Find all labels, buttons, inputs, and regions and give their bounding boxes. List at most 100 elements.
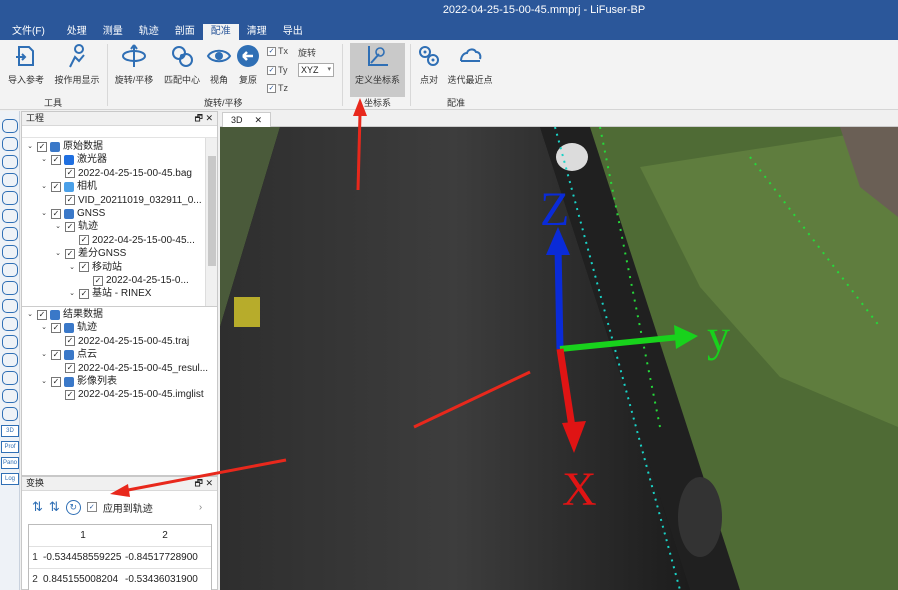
tree-item[interactable]: ✓ 2022-04-25-15-00-45.bag bbox=[54, 167, 192, 180]
view-button[interactable]: 视角 bbox=[204, 42, 234, 86]
point-pair-button[interactable]: 点对 bbox=[414, 42, 444, 86]
flip-left-icon[interactable]: ⇅ bbox=[32, 499, 43, 515]
expand-chevron-icon[interactable]: ⌄ bbox=[40, 180, 48, 193]
tree-checkbox[interactable]: ✓ bbox=[79, 288, 89, 299]
filter-icon[interactable] bbox=[2, 389, 18, 403]
expand-chevron-icon[interactable]: ⌄ bbox=[54, 220, 62, 233]
loop-icon[interactable]: ↻ bbox=[65, 499, 81, 515]
tree-checkbox[interactable]: ✓ bbox=[51, 208, 61, 219]
tree-item[interactable]: ⌄ ✓ 差分GNSS bbox=[54, 247, 126, 260]
view-pano-tab[interactable]: Pano bbox=[1, 457, 19, 469]
expand-chevron-icon[interactable]: ⌄ bbox=[40, 348, 48, 361]
tree-item[interactable]: ✓ 2022-04-25-15-00-45.traj bbox=[54, 335, 189, 348]
expand-chevron-icon[interactable]: ⌄ bbox=[54, 247, 62, 260]
rotation-order-select[interactable]: XYZ ▾ bbox=[298, 63, 334, 77]
tree-checkbox[interactable]: ✓ bbox=[51, 376, 61, 387]
tree-item[interactable]: ⌄ ✓ 点云 bbox=[40, 348, 97, 361]
tree-checkbox[interactable]: ✓ bbox=[65, 389, 75, 400]
tree-item[interactable]: ✓ VID_20211019_032911_0... bbox=[54, 194, 202, 207]
menu-item[interactable]: 导出 bbox=[275, 24, 311, 40]
menu-item[interactable]: 处理 bbox=[59, 24, 95, 40]
expand-chevron-icon[interactable]: ⌄ bbox=[40, 153, 48, 166]
cloud-tool-icon[interactable] bbox=[2, 191, 18, 205]
close-icon[interactable]: ✕ bbox=[255, 113, 263, 127]
point-cloud-scene[interactable]: Z y X bbox=[220, 127, 898, 590]
apply-to-trajectory-checkbox[interactable]: ✓ bbox=[86, 502, 97, 512]
tree-item[interactable]: ✓ 2022-04-25-15-00-45... bbox=[68, 234, 195, 247]
tree-checkbox[interactable]: ✓ bbox=[65, 336, 75, 347]
tree-checkbox[interactable]: ✓ bbox=[51, 322, 61, 333]
expand-chevron-icon[interactable]: ⌄ bbox=[40, 375, 48, 388]
tree-item[interactable]: ✓ 2022-04-25-15-0... bbox=[82, 274, 189, 287]
view-3d-tab[interactable]: 3D bbox=[1, 425, 19, 437]
table-cell[interactable]: -0.534458559225 bbox=[41, 552, 123, 563]
cloud-tool-icon[interactable] bbox=[2, 209, 18, 223]
ty-checkbox[interactable]: ✓ Ty bbox=[267, 65, 288, 75]
cloud-tool-icon[interactable] bbox=[2, 299, 18, 313]
tree-scrollbar[interactable] bbox=[205, 138, 217, 306]
cloud-tool-icon[interactable] bbox=[2, 137, 18, 151]
tree-checkbox[interactable]: ✓ bbox=[51, 181, 61, 192]
tree-checkbox[interactable]: ✓ bbox=[65, 195, 75, 206]
tree-checkbox[interactable]: ✓ bbox=[65, 168, 75, 179]
tree-checkbox[interactable]: ✓ bbox=[79, 262, 89, 273]
flip-right-icon[interactable]: ⇅ bbox=[49, 499, 60, 515]
menu-item[interactable]: 清理 bbox=[239, 24, 275, 40]
tree-item[interactable]: ⌄ ✓ 相机 bbox=[40, 180, 97, 193]
show-by-trajectory-button[interactable]: 按作用显示 bbox=[52, 42, 102, 86]
menu-item[interactable]: 剖面 bbox=[167, 24, 203, 40]
tree-checkbox[interactable]: ✓ bbox=[37, 141, 47, 152]
cloud-tool-icon[interactable] bbox=[2, 173, 18, 187]
tree-item[interactable]: ✓ 2022-04-25-15-00-45_resul... bbox=[54, 362, 208, 375]
rotate-pan-button[interactable]: 旋转/平移 bbox=[112, 42, 156, 86]
more-chevron-icon[interactable]: › bbox=[199, 502, 202, 513]
pin-close-icon[interactable]: 🗗 ✕ bbox=[195, 477, 214, 490]
expand-chevron-icon[interactable]: ⌄ bbox=[40, 321, 48, 334]
tree-item[interactable]: ✓ 2022-04-25-15-00-45.imglist bbox=[54, 388, 204, 401]
cloud-tool-icon[interactable] bbox=[2, 119, 18, 133]
tree-item[interactable]: ⌄ ✓ 轨迹 bbox=[54, 220, 98, 233]
cloud-tool-icon[interactable] bbox=[2, 317, 18, 331]
table-cell[interactable]: -0.84517728900 bbox=[123, 552, 205, 563]
tree-item[interactable]: ⌄ ✓ 结果数据 bbox=[26, 308, 103, 321]
table-cell[interactable]: -0.53436031900 bbox=[123, 574, 205, 585]
tree-item[interactable]: ⌄ ✓ GNSS bbox=[40, 207, 105, 220]
cloud-tool-icon[interactable] bbox=[2, 281, 18, 295]
cloud-tool-icon[interactable] bbox=[2, 335, 18, 349]
icp-button[interactable]: 迭代最近点 bbox=[444, 42, 496, 86]
cloud-tool-icon[interactable] bbox=[2, 245, 18, 259]
table-row[interactable]: 1 -0.534458559225 -0.84517728900 bbox=[29, 547, 211, 569]
tree-item[interactable]: ⌄ ✓ 影像列表 bbox=[40, 375, 117, 388]
define-coordinate-button[interactable]: 定义坐标系 bbox=[350, 42, 405, 86]
cloud-tool-icon[interactable] bbox=[2, 227, 18, 241]
image-tool-icon[interactable] bbox=[2, 407, 18, 421]
tree-checkbox[interactable]: ✓ bbox=[65, 221, 75, 232]
tree-checkbox[interactable]: ✓ bbox=[93, 275, 103, 286]
menu-item[interactable]: 轨迹 bbox=[131, 24, 167, 40]
menu-item[interactable]: 文件(F) bbox=[0, 24, 59, 40]
tree-item[interactable]: ⌄ ✓ 激光器 bbox=[40, 153, 107, 166]
import-reference-button[interactable]: 导入参考 bbox=[6, 42, 46, 86]
match-center-button[interactable]: 匹配中心 bbox=[160, 42, 204, 86]
expand-chevron-icon[interactable]: ⌄ bbox=[26, 140, 34, 153]
restore-button[interactable]: 复原 bbox=[234, 42, 262, 86]
cloud-tool-icon[interactable] bbox=[2, 353, 18, 367]
expand-chevron-icon[interactable]: ⌄ bbox=[40, 207, 48, 220]
cloud-tool-icon[interactable] bbox=[2, 155, 18, 169]
menu-item[interactable]: 配准 bbox=[202, 24, 239, 40]
tree-checkbox[interactable]: ✓ bbox=[51, 349, 61, 360]
expand-chevron-icon[interactable]: ⌄ bbox=[68, 287, 76, 300]
tree-checkbox[interactable]: ✓ bbox=[65, 248, 75, 259]
expand-chevron-icon[interactable]: ⌄ bbox=[26, 308, 34, 321]
view-profile-tab[interactable]: Prof bbox=[1, 441, 19, 453]
pin-close-icon[interactable]: 🗗 ✕ bbox=[195, 112, 214, 125]
tx-checkbox[interactable]: ✓ Tx bbox=[267, 46, 288, 56]
tree-checkbox[interactable]: ✓ bbox=[37, 309, 47, 320]
expand-icon[interactable] bbox=[2, 371, 18, 385]
tree-item[interactable]: ⌄ ✓ 轨迹 bbox=[40, 321, 97, 334]
tree-item[interactable]: ⌄ ✓ 基站 - RINEX bbox=[68, 287, 151, 300]
tree-item[interactable]: ⌄ ✓ 移动站 bbox=[68, 261, 122, 274]
tree-checkbox[interactable]: ✓ bbox=[65, 363, 75, 374]
tz-checkbox[interactable]: ✓ Tz bbox=[267, 83, 288, 93]
table-cell[interactable]: 0.845155008204 bbox=[41, 574, 123, 585]
